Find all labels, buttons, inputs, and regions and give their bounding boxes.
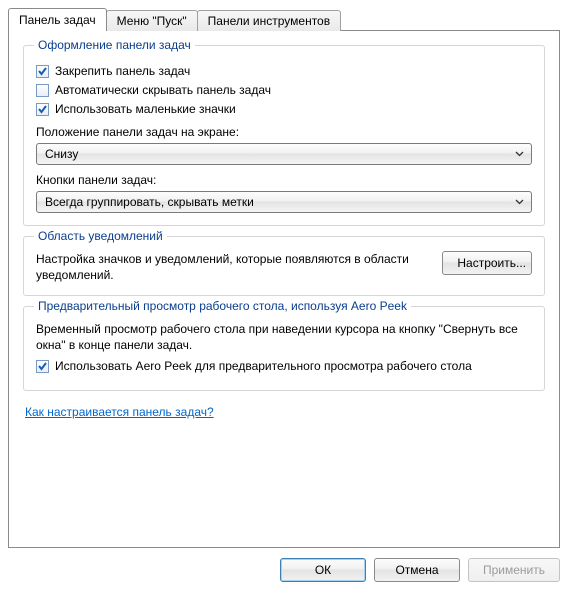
chevron-down-icon [511, 199, 527, 205]
dialog-button-bar: ОК Отмена Применить [8, 548, 560, 582]
label-lock-taskbar: Закрепить панель задач [55, 64, 190, 79]
tab-row: Панель задач Меню "Пуск" Панели инструме… [8, 6, 560, 30]
dropdown-taskbar-buttons[interactable]: Всегда группировать, скрывать метки [36, 191, 532, 213]
group-notification-legend: Область уведомлений [34, 229, 167, 243]
tab-taskbar[interactable]: Панель задач [8, 8, 107, 31]
group-aero-peek: Предварительный просмотр рабочего стола,… [23, 306, 545, 391]
label-auto-hide: Автоматически скрывать панель задач [55, 83, 271, 98]
aero-peek-desc: Временный просмотр рабочего стола при на… [36, 321, 532, 353]
dropdown-taskbar-buttons-value: Всегда группировать, скрывать метки [45, 195, 511, 209]
checkbox-aero-peek[interactable] [36, 360, 49, 373]
tab-toolbars[interactable]: Панели инструментов [197, 10, 341, 31]
group-aero-legend: Предварительный просмотр рабочего стола,… [34, 299, 411, 313]
apply-button[interactable]: Применить [468, 558, 560, 582]
checkbox-lock-taskbar[interactable] [36, 65, 49, 78]
tab-panel-taskbar: Оформление панели задач Закрепить панель… [8, 30, 560, 548]
dropdown-taskbar-position-value: Снизу [45, 147, 511, 161]
notification-desc: Настройка значков и уведомлений, которые… [36, 251, 430, 283]
group-appearance-legend: Оформление панели задач [34, 38, 195, 52]
ok-button[interactable]: ОК [280, 558, 366, 582]
group-notification-area: Область уведомлений Настройка значков и … [23, 236, 545, 296]
chevron-down-icon [511, 151, 527, 157]
group-appearance: Оформление панели задач Закрепить панель… [23, 45, 545, 226]
dropdown-taskbar-position[interactable]: Снизу [36, 143, 532, 165]
cancel-button[interactable]: Отмена [374, 558, 460, 582]
taskbar-properties-dialog: Панель задач Меню "Пуск" Панели инструме… [0, 0, 568, 590]
checkbox-auto-hide[interactable] [36, 84, 49, 97]
checkbox-small-icons[interactable] [36, 103, 49, 116]
label-aero-peek: Использовать Aero Peek для предварительн… [55, 359, 472, 374]
help-link-taskbar[interactable]: Как настраивается панель задач? [25, 405, 214, 419]
tab-start-menu[interactable]: Меню "Пуск" [106, 10, 198, 31]
customize-button[interactable]: Настроить... [442, 251, 532, 275]
label-taskbar-buttons: Кнопки панели задач: [36, 173, 532, 187]
label-small-icons: Использовать маленькие значки [55, 102, 236, 117]
label-taskbar-position: Положение панели задач на экране: [36, 125, 532, 139]
